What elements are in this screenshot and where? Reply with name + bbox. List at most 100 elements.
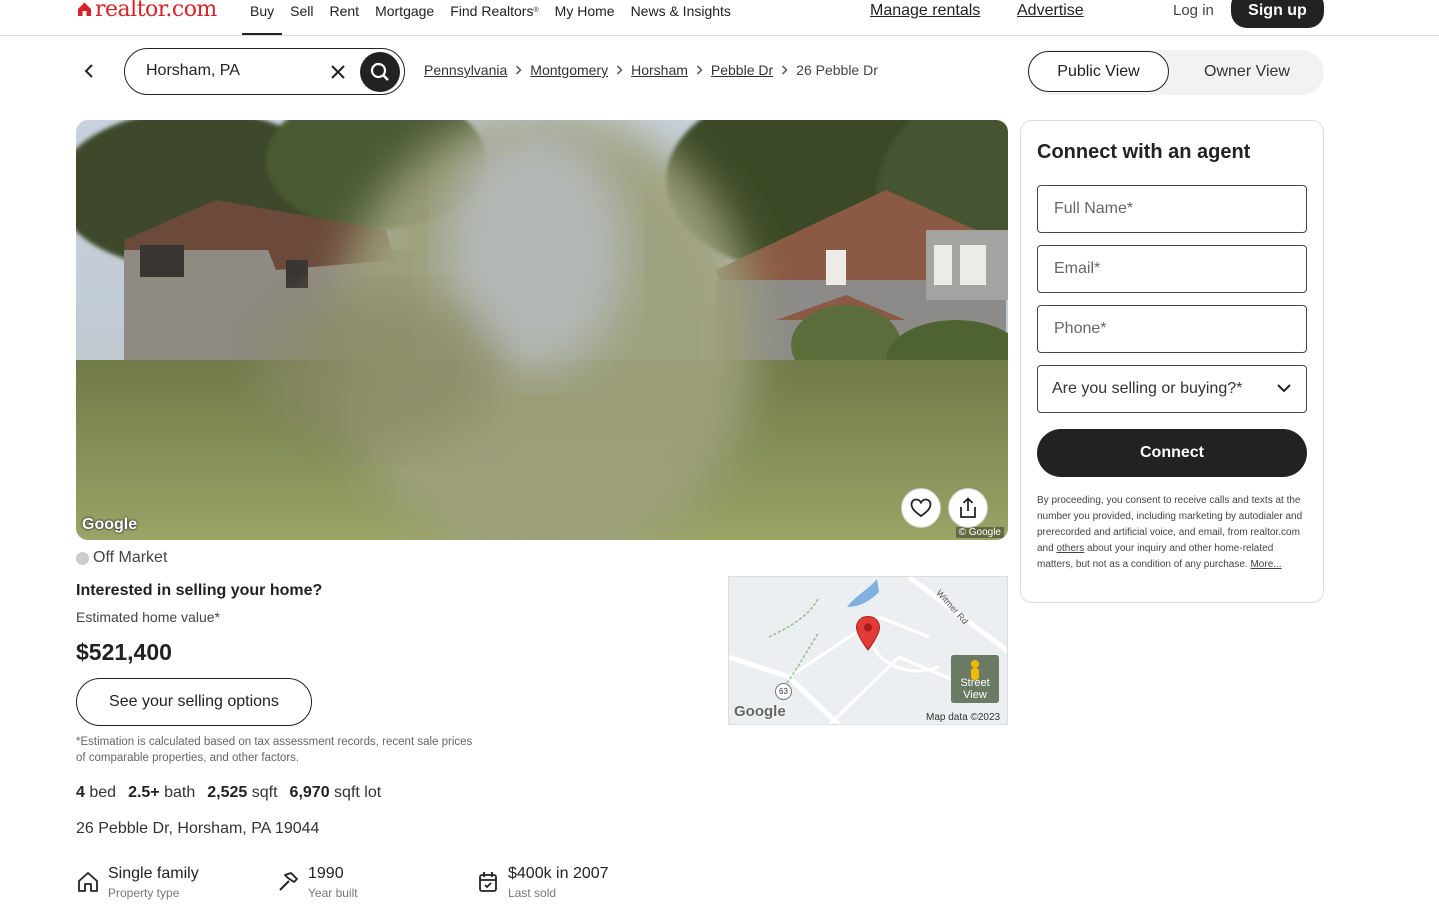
fact-lot-value: 6,970 [289, 784, 330, 801]
fact-beds-value: 4 [76, 784, 85, 801]
estimate-value: $521,400 [76, 639, 172, 665]
main-nav-links: Buy Sell Rent Mortgage Find Realtors® My… [242, 0, 739, 35]
route-shield: 63 [775, 683, 792, 700]
public-view-tab[interactable]: Public View [1028, 51, 1169, 92]
full-name-field [1037, 185, 1307, 233]
close-icon [331, 65, 345, 79]
manage-rentals-link[interactable]: Manage rentals [870, 0, 980, 22]
breadcrumb: Pennsylvania Montgomery Horsham Pebble D… [424, 62, 878, 78]
location-map[interactable]: Witmer Rd 63 Google Map data ©2023 Stree… [728, 576, 1008, 725]
advertise-link[interactable]: Advertise [1017, 0, 1084, 22]
view-toggle: Public View Owner View [1027, 50, 1324, 95]
favorite-button[interactable] [901, 488, 941, 528]
login-link[interactable]: Log in [1173, 0, 1214, 22]
hammer-icon [279, 872, 298, 891]
share-button[interactable] [948, 488, 988, 528]
listing-status: Off Market [76, 549, 167, 567]
consent-others-link[interactable]: others [1056, 543, 1084, 554]
clear-search-button[interactable] [327, 61, 349, 83]
nav-find-realtors-label: Find Realtors [450, 3, 534, 19]
chevron-right-icon [696, 65, 703, 75]
selling-question: Interested in selling your home? [76, 582, 323, 599]
fact-baths-unit: bath [164, 784, 196, 801]
breadcrumb-current: 26 Pebble Dr [796, 62, 878, 78]
search-icon [370, 62, 389, 81]
nav-find-realtors[interactable]: Find Realtors® [442, 0, 546, 35]
street-view-label-1: Street [960, 677, 990, 689]
fact-sqft: 2,525 sqft [207, 784, 277, 802]
breadcrumb-county[interactable]: Montgomery [530, 62, 608, 78]
year-built-label: Year built [308, 886, 358, 900]
back-button[interactable] [78, 60, 100, 82]
chevron-right-icon [781, 65, 788, 75]
breadcrumb-street[interactable]: Pebble Dr [711, 62, 773, 78]
search-input[interactable] [144, 61, 318, 81]
signup-button[interactable]: Sign up [1231, 0, 1324, 28]
property-type-value: Single family [108, 865, 199, 882]
share-icon [960, 497, 976, 518]
detail-property-type: Single family Property type [76, 864, 199, 902]
status-text: Off Market [93, 549, 168, 566]
logo-house-icon [78, 2, 91, 16]
year-built-value: 1990 [308, 865, 344, 882]
property-type-label: Property type [108, 886, 180, 900]
calendar-icon [479, 872, 497, 892]
connect-button[interactable]: Connect [1037, 429, 1307, 477]
top-navigation-bar: realtor.com Buy Sell Rent Mortgage Find … [0, 0, 1439, 36]
location-search [124, 48, 405, 95]
fact-sqft-value: 2,525 [207, 784, 248, 801]
fact-lot-unit: sqft lot [334, 784, 382, 801]
street-view-image [76, 120, 1008, 540]
property-photo[interactable]: Google © Google [76, 120, 1008, 540]
nav-my-home[interactable]: My Home [547, 0, 623, 35]
photo-copyright: © Google [955, 527, 1004, 538]
last-sold-label: Last sold [508, 886, 557, 900]
last-sold-value: $400k in 2007 [508, 865, 609, 882]
consent-text: By proceeding, you consent to receive ca… [1037, 493, 1309, 573]
phone-input[interactable] [1052, 319, 1286, 339]
fact-beds-unit: bed [89, 784, 117, 801]
nav-sell[interactable]: Sell [282, 0, 321, 35]
street-view-button[interactable]: Street View [951, 655, 999, 703]
nav-rent[interactable]: Rent [321, 0, 367, 35]
fact-sqft-unit: sqft [251, 784, 278, 801]
full-name-input[interactable] [1052, 199, 1286, 219]
email-field [1037, 245, 1307, 293]
street-view-label-2: View [963, 689, 987, 701]
search-button[interactable] [360, 52, 400, 92]
nav-mortgage[interactable]: Mortgage [367, 0, 442, 35]
nav-buy[interactable]: Buy [242, 0, 283, 35]
map-google-watermark: Google [734, 703, 786, 720]
owner-view-tab[interactable]: Owner View [1177, 50, 1317, 93]
fact-lot: 6,970 sqft lot [290, 784, 382, 802]
estimate-label: Estimated home value* [76, 609, 220, 625]
selling-buying-select[interactable]: Are you selling or buying?* [1037, 365, 1307, 413]
chevron-left-icon [84, 64, 93, 78]
connect-agent-card: Connect with an agent Are you selling or… [1020, 120, 1324, 603]
google-watermark: Google [82, 516, 138, 533]
house-icon [78, 872, 98, 892]
map-pin-icon[interactable] [855, 615, 881, 651]
nav-news-insights[interactable]: News & Insights [623, 0, 739, 35]
phone-field [1037, 305, 1307, 353]
chevron-right-icon [616, 65, 623, 75]
heart-icon [910, 498, 932, 518]
email-input[interactable] [1052, 259, 1286, 279]
fact-baths-value: 2.5+ [128, 784, 160, 801]
logo-text: realtor.com [95, 0, 217, 22]
selling-buying-label: Are you selling or buying?* [1052, 380, 1243, 397]
agent-card-title: Connect with an agent [1037, 141, 1251, 163]
realtor-logo[interactable]: realtor.com [77, 0, 217, 22]
registered-mark: ® [533, 7, 539, 14]
consent-more-link[interactable]: More... [1250, 559, 1281, 570]
map-attribution: Map data ©2023 [926, 712, 1001, 723]
fact-beds: 4 bed [76, 784, 116, 802]
estimate-note: *Estimation is calculated based on tax a… [76, 736, 473, 764]
breadcrumb-state[interactable]: Pennsylvania [424, 62, 507, 78]
property-facts: 4 bed 2.5+ bath 2,525 sqft 6,970 sqft lo… [76, 784, 393, 802]
breadcrumb-city[interactable]: Horsham [631, 62, 688, 78]
selling-options-button[interactable]: See your selling options [76, 678, 312, 726]
detail-last-sold: $400k in 2007 Last sold [476, 864, 609, 902]
fact-baths: 2.5+ bath [128, 784, 195, 802]
detail-year-built: 1990 Year built [276, 864, 358, 902]
